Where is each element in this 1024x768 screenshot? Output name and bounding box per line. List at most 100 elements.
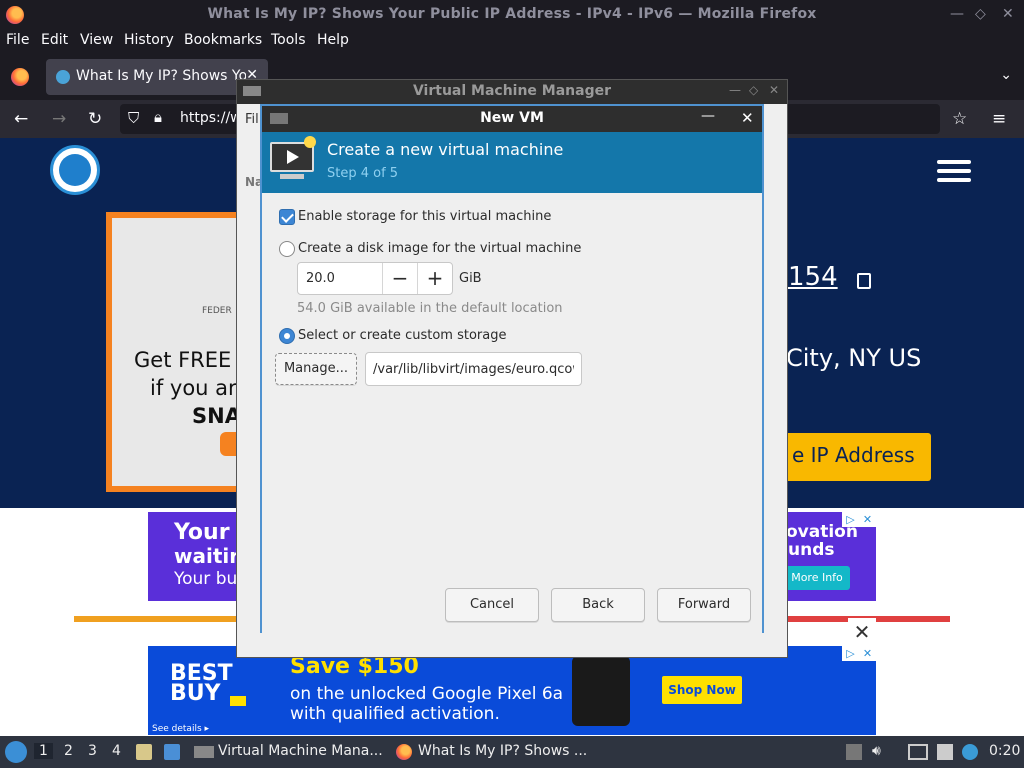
disk-size-stepper: − + <box>297 262 453 295</box>
create-disk-label[interactable]: Create a disk image for the virtual mach… <box>298 241 581 256</box>
firefox-titlebar: What Is My IP? Shows Your Public IP Addr… <box>0 0 1024 30</box>
copy-icon[interactable] <box>857 273 871 289</box>
disk-size-input[interactable] <box>298 263 382 294</box>
back-button[interactable]: Back <box>551 588 645 622</box>
menu-tools[interactable]: Tools <box>271 32 306 48</box>
ad-text: unds <box>788 540 835 560</box>
task-vmm[interactable]: Virtual Machine Mana... <box>218 743 383 759</box>
ad-text: SNA <box>192 404 241 428</box>
vmm-minimize-icon[interactable]: — <box>729 83 741 97</box>
workspace-3[interactable]: 3 <box>88 743 97 759</box>
menu-edit[interactable]: Edit <box>41 32 68 48</box>
cancel-button[interactable]: Cancel <box>445 588 539 622</box>
increase-size-button[interactable]: + <box>417 263 452 294</box>
ad-text: with qualified activation. <box>290 704 500 724</box>
available-space-text: 54.0 GiB available in the default locati… <box>297 301 563 316</box>
disk-unit-label: GiB <box>459 271 482 286</box>
ad-text: Get FREE <box>134 348 232 372</box>
ad-text: FEDER <box>202 306 232 316</box>
menu-bookmarks[interactable]: Bookmarks <box>184 32 262 48</box>
enable-storage-checkbox[interactable] <box>279 209 295 225</box>
minimize-icon[interactable]: — <box>950 6 964 22</box>
ad-text: on the unlocked Google Pixel 6a <box>290 684 564 704</box>
forward-button[interactable]: Forward <box>657 588 751 622</box>
ip-button-label: e IP Address <box>792 443 915 467</box>
custom-storage-radio[interactable] <box>279 328 295 344</box>
new-vm-dialog: New VM — ✕ Create a new virtual machine … <box>260 104 764 633</box>
hamburger-menu-icon[interactable] <box>937 160 971 182</box>
ad-text: Your bu <box>174 569 238 589</box>
menu-file[interactable]: File <box>6 32 29 48</box>
vmm-close-icon[interactable]: ✕ <box>769 83 779 97</box>
app-menu-icon[interactable]: ≡ <box>992 109 1006 129</box>
decrease-size-button[interactable]: − <box>382 263 417 294</box>
minimize-icon[interactable]: — <box>701 108 715 124</box>
menu-history[interactable]: History <box>124 32 174 48</box>
ad-close-icon[interactable]: ✕ <box>859 512 876 527</box>
enable-storage-label[interactable]: Enable storage for this virtual machine <box>298 209 551 224</box>
firefox-view-icon[interactable] <box>11 68 29 86</box>
volume-icon[interactable]: 🔊︎ <box>872 743 888 759</box>
vmm-maximize-icon[interactable]: ◇ <box>749 83 758 97</box>
create-disk-radio[interactable] <box>279 241 295 257</box>
start-menu-icon[interactable] <box>5 741 27 763</box>
url-text: https://w <box>180 110 242 126</box>
bestbuy-advertisement[interactable]: BEST BUY Save $150 on the unlocked Googl… <box>148 646 876 735</box>
maximize-icon[interactable]: ◇ <box>975 6 986 22</box>
location-text: City, NY US <box>786 344 922 372</box>
workspace-4[interactable]: 4 <box>112 743 121 759</box>
wizard-step: Step 4 of 5 <box>327 166 399 181</box>
file-manager-icon[interactable] <box>136 744 152 760</box>
forward-arrow-icon[interactable]: → <box>52 109 66 129</box>
custom-storage-label[interactable]: Select or create custom storage <box>298 328 506 343</box>
menu-help[interactable]: Help <box>317 32 349 48</box>
battery-icon[interactable] <box>846 744 862 760</box>
ad-text: if you ar <box>150 376 237 400</box>
bookmark-star-icon[interactable]: ☆ <box>952 109 967 129</box>
ad-close-icon[interactable]: ✕ <box>859 646 876 661</box>
clipboard-icon[interactable] <box>937 744 953 760</box>
reload-icon[interactable]: ↻ <box>88 109 102 129</box>
side-advertisement[interactable]: FEDER Get FREE if you ar SNA <box>106 212 250 492</box>
logo-text: BUY <box>170 681 221 706</box>
back-arrow-icon[interactable]: ← <box>14 109 28 129</box>
manage-button[interactable]: Manage... <box>275 353 357 385</box>
wizard-title: Create a new virtual machine <box>327 140 564 159</box>
more-info-button[interactable]: More Info <box>784 566 850 590</box>
vmm-task-icon <box>194 746 214 758</box>
browser-tab[interactable]: What Is My IP? Shows Yo ✕ <box>46 59 268 95</box>
tab-title: What Is My IP? Shows Yo <box>76 68 246 84</box>
wizard-header: Create a new virtual machine Step 4 of 5 <box>262 132 762 193</box>
site-favicon-icon <box>56 70 70 84</box>
shop-now-button[interactable]: Shop Now <box>662 676 742 704</box>
adchoices-icon[interactable]: ▷ <box>842 512 859 527</box>
menu-view[interactable]: View <box>80 32 113 48</box>
ip-address[interactable]: 154 <box>788 262 838 292</box>
show-desktop-icon[interactable] <box>164 744 180 760</box>
vmm-window-title: Virtual Machine Manager <box>412 83 612 99</box>
adchoices-icon[interactable]: ▷ <box>842 646 859 661</box>
shield-icon[interactable]: ⛉ <box>128 109 139 127</box>
update-icon[interactable] <box>962 744 978 760</box>
phone-image <box>572 656 630 726</box>
tab-list-chevron-icon[interactable]: ⌄ <box>1000 67 1012 83</box>
workspace-2[interactable]: 2 <box>64 743 73 759</box>
network-icon[interactable] <box>908 744 928 760</box>
task-firefox[interactable]: What Is My IP? Shows ... <box>418 743 587 759</box>
vmm-menu-file[interactable]: Fil <box>245 112 259 127</box>
storage-path-input[interactable] <box>365 352 582 386</box>
close-icon[interactable]: ✕ <box>741 109 754 127</box>
ad-text: waitir <box>174 544 240 568</box>
window-title: What Is My IP? Shows Your Public IP Addr… <box>207 6 817 22</box>
ad-details-link[interactable]: See details ▸ <box>152 724 209 734</box>
site-logo[interactable] <box>50 145 100 195</box>
dialog-titlebar: New VM — ✕ <box>262 106 762 132</box>
lock-icon[interactable]: 🔒︎ <box>154 108 162 126</box>
close-ad-icon[interactable]: ✕ <box>848 618 876 646</box>
taskbar: 1 2 3 4 Virtual Machine Mana... What Is … <box>0 736 1024 768</box>
bestbuy-tag-icon <box>230 696 246 706</box>
workspace-1[interactable]: 1 <box>34 743 53 759</box>
menubar: File Edit View History Bookmarks Tools H… <box>0 30 1024 54</box>
ip-address-button[interactable]: e IP Address <box>780 433 931 481</box>
close-icon[interactable]: ✕ <box>1002 6 1014 22</box>
